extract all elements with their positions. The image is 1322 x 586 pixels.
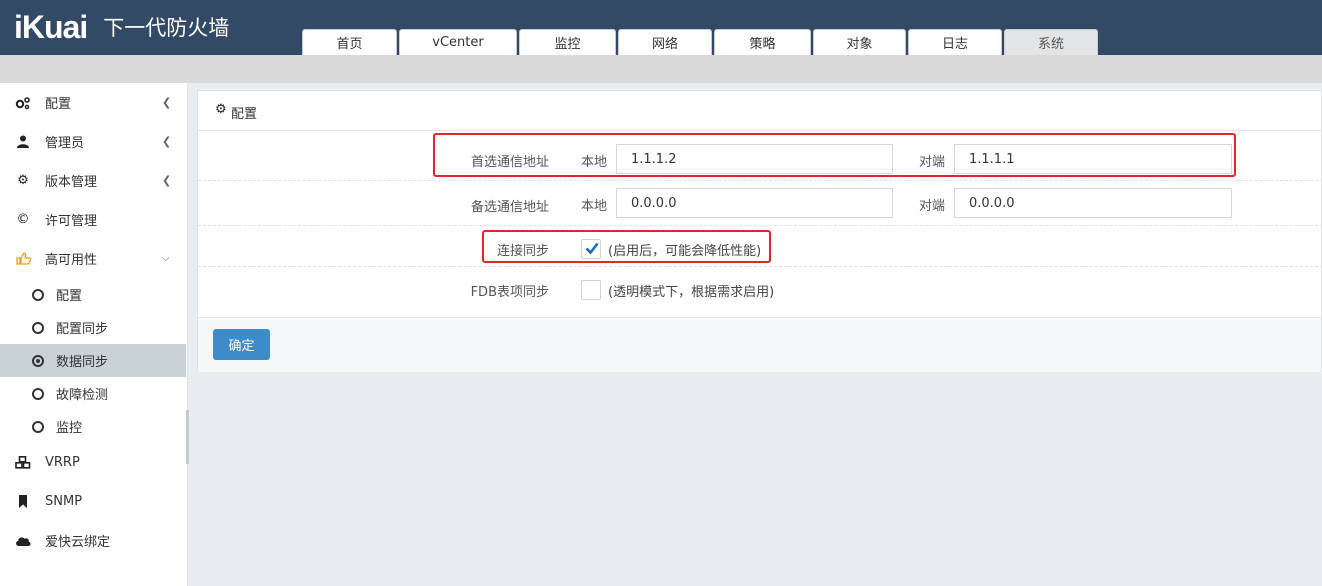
sidebar-item-vrrp[interactable]: VRRP [0,443,186,482]
tab-monitor[interactable]: 监控 [519,29,616,55]
main-nav-tabs: 首页 vCenter 监控 网络 策略 对象 日志 系统 [302,29,1100,55]
tab-logs[interactable]: 日志 [908,29,1002,55]
copyright-icon: © [16,212,30,227]
backup-local-input[interactable] [616,188,893,218]
panel-header: ⚙ 配置 [198,91,1322,131]
sidebar-item-snmp[interactable]: SNMP [0,482,186,521]
primary-local-label: 本地 [581,155,608,170]
circle-icon [32,321,44,334]
sidebar-subitem-label: 故障检测 [56,388,109,403]
tab-objects[interactable]: 对象 [813,29,906,55]
dot-circle-icon [32,354,44,367]
sidebar-subitem-monitor[interactable]: 监控 [0,410,186,443]
sidebar-item-label: VRRP [45,455,80,470]
sidebar-item-label: 配置 [45,97,72,112]
sidebar-subitem-label: 配置 [56,289,83,304]
sidebar-item-label: 高可用性 [45,253,98,268]
confirm-button[interactable]: 确定 [213,329,270,360]
cubes-icon [15,455,31,471]
brand: iKuai 下一代防火墙 [14,9,229,45]
sidebar-subitem-label: 配置同步 [56,322,109,337]
tab-home[interactable]: 首页 [302,29,397,55]
circle-icon [32,387,44,400]
cloud-icon [15,533,31,549]
top-bar: iKuai 下一代防火墙 首页 vCenter 监控 网络 策略 对象 日志 系… [0,0,1322,55]
checkmark-icon [585,242,599,255]
tab-network[interactable]: 网络 [618,29,712,55]
primary-address-label: 首选通信地址 [470,155,549,170]
tab-system[interactable]: 系统 [1004,29,1098,55]
sidebar-subitem-fault-detect[interactable]: 故障检测 [0,377,186,410]
primary-peer-label: 对端 [919,155,946,170]
chevron-left-icon: ❮ [162,135,172,148]
sidebar-item-config[interactable]: 配置 ❮ [0,83,186,122]
user-icon [15,134,31,150]
sidebar-subitem-config[interactable]: 配置 [0,278,186,311]
conn-sync-label: 连接同步 [496,244,549,259]
sidebar-item-label: 版本管理 [45,175,98,190]
primary-peer-input[interactable] [954,144,1232,174]
circle-icon [32,420,44,433]
sidebar: 配置 ❮ 管理员 ❮ ⚙ 版本管理 ❮ © 许可管理 高可用性 ⌵ 配置 配置同… [0,83,188,586]
chevron-down-icon: ⌵ [162,253,170,264]
row-divider [198,266,1322,267]
sidebar-subitem-label: 数据同步 [56,355,109,370]
conn-sync-hint: (启用后，可能会降低性能) [608,244,762,259]
fdb-sync-label: FDB表项同步 [470,285,549,300]
fdb-sync-hint: (透明模式下，根据需求启用) [608,285,775,300]
config-panel: ⚙ 配置 首选通信地址 本地 对端 备选通信地址 本地 对端 连接同步 (启用后… [197,90,1322,372]
sidebar-scrollbar[interactable] [186,410,189,464]
panel-footer: 确定 [198,317,1321,372]
backup-peer-label: 对端 [919,199,946,214]
sidebar-item-label: 管理员 [45,136,85,151]
product-title: 下一代防火墙 [103,16,230,40]
gear-icon: ⚙ [17,173,29,188]
sidebar-item-label: 许可管理 [45,214,98,229]
fdb-sync-checkbox[interactable] [581,280,601,300]
bookmark-icon [15,494,31,510]
tab-policy[interactable]: 策略 [714,29,811,55]
chevron-left-icon: ❮ [162,174,172,187]
sidebar-subitem-label: 监控 [56,421,83,436]
tab-vcenter[interactable]: vCenter [399,29,517,55]
sub-header-bar [0,55,1322,83]
circle-icon [32,288,44,301]
gear-icon: ⚙ [215,102,227,117]
thumbs-up-icon [15,251,31,267]
logo: iKuai [14,8,88,45]
panel-title: 配置 [231,107,258,122]
sidebar-item-label: 爱快云绑定 [45,535,111,550]
sidebar-subitem-data-sync[interactable]: 数据同步 [0,344,186,377]
sidebar-item-version[interactable]: ⚙ 版本管理 ❮ [0,161,186,200]
sidebar-item-label: SNMP [45,494,83,509]
backup-address-label: 备选通信地址 [470,200,549,215]
sidebar-item-license[interactable]: © 许可管理 [0,200,186,239]
chevron-left-icon: ❮ [162,96,172,109]
sidebar-item-ha[interactable]: 高可用性 ⌵ [0,239,186,278]
backup-peer-input[interactable] [954,188,1232,218]
backup-local-label: 本地 [581,199,608,214]
primary-local-input[interactable] [616,144,893,174]
gears-icon [15,95,31,111]
row-divider [198,225,1322,226]
sidebar-item-admin[interactable]: 管理员 ❮ [0,122,186,161]
conn-sync-checkbox[interactable] [581,239,601,259]
row-divider [198,180,1322,181]
sidebar-item-cloud[interactable]: 爱快云绑定 [0,521,186,560]
sidebar-subitem-config-sync[interactable]: 配置同步 [0,311,186,344]
